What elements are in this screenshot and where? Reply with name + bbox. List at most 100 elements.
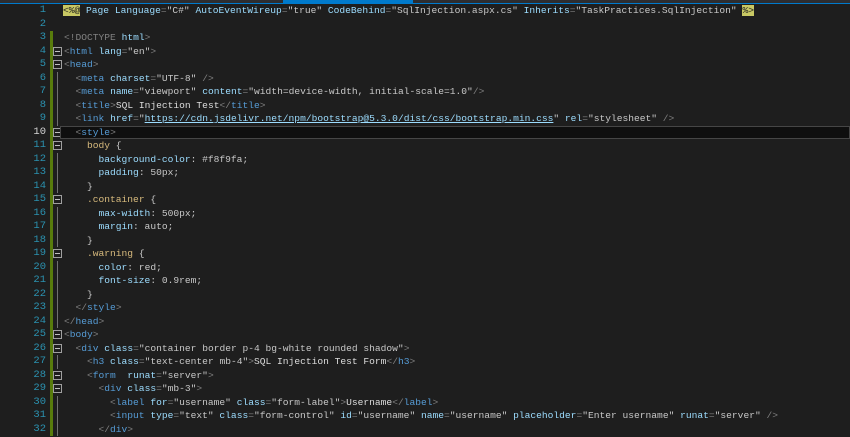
code-line[interactable]: 26 <div class="container border p-4 bg-wh… bbox=[0, 341, 850, 355]
code-text: font-size: 0.9rem; bbox=[63, 274, 203, 288]
collapse-icon[interactable] bbox=[53, 46, 62, 56]
code-line[interactable]: 15 .container { bbox=[0, 193, 850, 207]
code-token: "Enter username" bbox=[582, 410, 681, 421]
code-line[interactable]: 11 body { bbox=[0, 139, 850, 153]
code-line[interactable]: 24 </head> bbox=[0, 314, 850, 328]
code-line[interactable]: 19 .warning { bbox=[0, 247, 850, 261]
code-token: /> bbox=[472, 86, 485, 97]
collapse-icon[interactable] bbox=[53, 60, 62, 69]
code-line[interactable]: 4 <html lang="en"> bbox=[0, 44, 850, 58]
line-number: 21 bbox=[33, 274, 46, 286]
code-line[interactable]: 25 <body> bbox=[0, 328, 850, 342]
change-indicator bbox=[50, 409, 53, 423]
code-line[interactable]: 12 background-color: #f8f9fa; bbox=[0, 152, 850, 166]
code-line[interactable]: 30 <label for="username" class="form-labe… bbox=[0, 395, 850, 409]
code-line[interactable]: 17 margin: auto; bbox=[0, 220, 850, 234]
change-indicator bbox=[50, 260, 53, 274]
code-token: id bbox=[340, 410, 352, 421]
outline-guide bbox=[57, 409, 58, 423]
code-line[interactable]: 16 max-width: 500px; bbox=[0, 206, 850, 221]
line-number: 12 bbox=[33, 152, 46, 165]
line-number: 26 bbox=[33, 341, 46, 354]
line-number: 14 bbox=[33, 179, 46, 192]
line-number: 22 bbox=[33, 287, 46, 300]
collapse-icon[interactable] bbox=[53, 330, 62, 339]
collapse-icon[interactable] bbox=[53, 384, 62, 393]
code-token: : 50px; bbox=[138, 167, 180, 178]
code-token: > bbox=[403, 342, 410, 354]
code-line[interactable]: 32 </div> bbox=[0, 422, 850, 436]
code-line[interactable]: 20 color: red; bbox=[0, 260, 850, 274]
code-line[interactable]: 29 <div class="mb-3"> bbox=[0, 382, 850, 396]
code-token: style bbox=[87, 302, 116, 313]
collapse-icon[interactable] bbox=[53, 343, 62, 353]
line-number: 5 bbox=[39, 58, 46, 70]
outline-guide bbox=[57, 274, 58, 288]
code-token: Inherits bbox=[523, 5, 570, 16]
code-line[interactable]: 8 <title>SQL Injection Test</title> bbox=[0, 98, 850, 112]
outline-guide bbox=[57, 287, 58, 301]
code-line[interactable]: 3 <!DOCTYPE html> bbox=[0, 31, 850, 45]
code-token: rel bbox=[564, 113, 583, 124]
code-line[interactable]: 1 <%@ Page Language="C#" AutoEventWireup=… bbox=[0, 4, 850, 18]
code-text: max-width: 500px; bbox=[63, 207, 197, 221]
code-token: style bbox=[81, 126, 111, 138]
code-line[interactable]: 21 font-size: 0.9rem; bbox=[0, 274, 850, 288]
code-token: head bbox=[69, 59, 93, 70]
code-text: .warning { bbox=[63, 247, 145, 261]
code-token: { bbox=[115, 140, 122, 151]
code-editor[interactable]: 1 <%@ Page Language="C#" AutoEventWireup=… bbox=[0, 4, 850, 436]
code-line[interactable]: 2 bbox=[0, 18, 850, 32]
line-number: 32 bbox=[33, 422, 46, 435]
outline-guide bbox=[57, 206, 58, 220]
code-token: "text" bbox=[179, 410, 220, 421]
code-token: link bbox=[81, 113, 111, 124]
collapse-icon[interactable] bbox=[53, 370, 62, 380]
code-token: > bbox=[259, 99, 266, 111]
code-token: AutoEventWireup bbox=[195, 5, 282, 16]
code-text: <style> bbox=[63, 126, 116, 140]
code-line[interactable]: 13 padding: 50px; bbox=[0, 166, 850, 180]
code-line[interactable]: 23 </style> bbox=[0, 301, 850, 315]
code-token: </ bbox=[98, 423, 111, 435]
line-number: 20 bbox=[33, 260, 46, 273]
line-number: 11 bbox=[33, 139, 46, 151]
code-line[interactable]: 28 <form runat="server"> bbox=[0, 368, 850, 383]
line-number: 17 bbox=[33, 220, 46, 232]
code-token: /> bbox=[766, 410, 778, 421]
code-line[interactable]: 7 <meta name="viewport" content="width=de… bbox=[0, 85, 850, 99]
code-token: " bbox=[553, 113, 565, 124]
collapse-icon[interactable] bbox=[53, 249, 62, 258]
code-token: class bbox=[104, 342, 134, 354]
code-link[interactable]: https://cdn.jsdelivr.net/npm/bootstrap@5… bbox=[145, 113, 554, 124]
code-token: CodeBehind bbox=[327, 5, 386, 16]
code-line[interactable]: 14} bbox=[0, 179, 850, 193]
code-line[interactable]: 9 <link href="https://cdn.jsdelivr.net/np… bbox=[0, 112, 850, 126]
code-line[interactable]: 31 <input type="text" class="form-control… bbox=[0, 409, 850, 423]
code-text: <head> bbox=[63, 58, 99, 72]
code-token: class bbox=[219, 410, 249, 421]
code-token: "C#" bbox=[166, 5, 196, 16]
code-token: html bbox=[69, 45, 99, 57]
line-number: 10 bbox=[33, 125, 46, 138]
code-line[interactable]: 22} bbox=[0, 287, 850, 301]
code-token: "SqlInjection.aspx.cs" bbox=[391, 5, 524, 16]
code-text: <form runat="server"> bbox=[63, 369, 214, 383]
line-number: 9 bbox=[39, 112, 46, 124]
code-line[interactable]: 5 <head> bbox=[0, 58, 850, 72]
collapse-icon[interactable] bbox=[53, 195, 62, 204]
code-token: { bbox=[150, 194, 157, 205]
code-line[interactable]: 10 <style> bbox=[0, 125, 850, 140]
line-number: 31 bbox=[33, 409, 46, 421]
collapse-icon[interactable] bbox=[53, 141, 62, 150]
line-number: 13 bbox=[33, 166, 46, 178]
code-token: h3 bbox=[397, 356, 410, 367]
line-number: 18 bbox=[33, 233, 46, 246]
code-token: name bbox=[110, 86, 134, 97]
code-line[interactable]: 27 <h3 class="text-center mb-4">SQL Injec… bbox=[0, 355, 850, 369]
code-line[interactable]: 6 <meta charset="UTF-8" /> bbox=[0, 71, 850, 85]
code-token: > bbox=[98, 315, 105, 327]
code-token: margin bbox=[98, 221, 134, 232]
code-line[interactable]: 18} bbox=[0, 233, 850, 247]
code-token: DOCTYPE bbox=[75, 32, 122, 43]
